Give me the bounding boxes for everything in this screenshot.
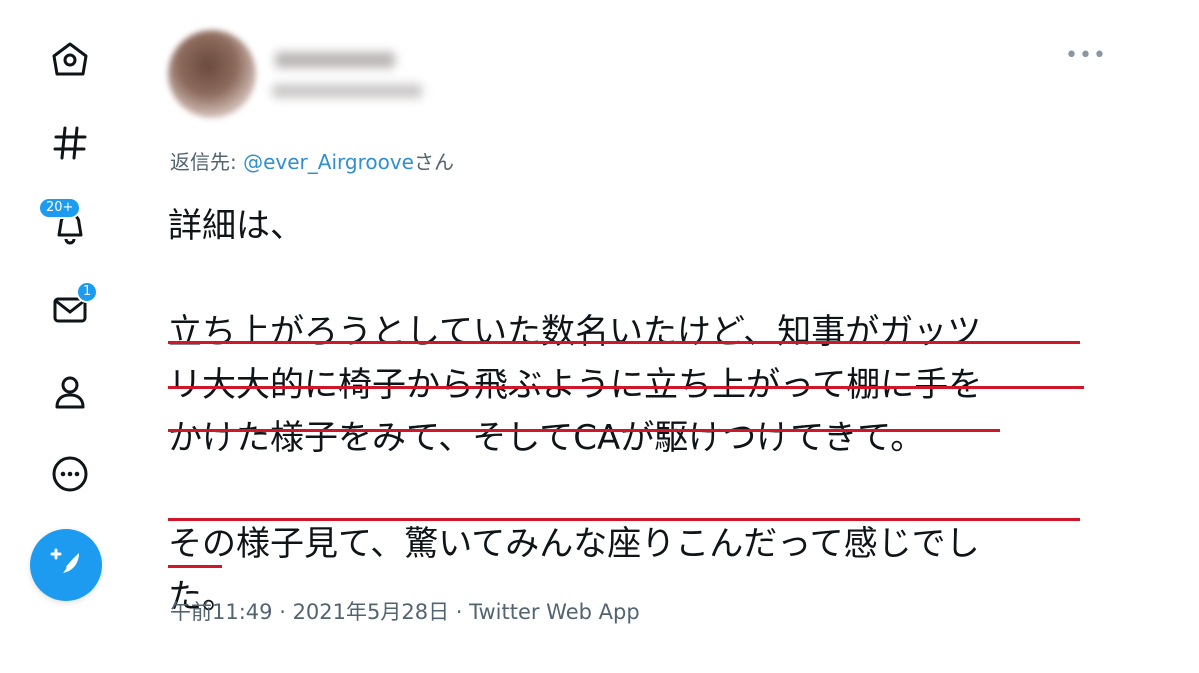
- nav-explore[interactable]: [40, 113, 100, 173]
- meta-separator: ·: [272, 600, 293, 624]
- tweet-source-link[interactable]: Twitter Web App: [469, 600, 640, 624]
- tweet-time-link[interactable]: 午前11:49: [170, 600, 273, 624]
- tweet-meta: 午前11:49 · 2021年5月28日 · Twitter Web App: [170, 596, 640, 626]
- replying-to: 返信先: @ever_Airgrooveさん: [170, 146, 454, 175]
- red-underline: [168, 565, 222, 568]
- more-circle-icon: [52, 456, 88, 492]
- red-underline: [168, 429, 1000, 432]
- side-nav: 20+ 1: [0, 0, 140, 673]
- hashtag-icon: [53, 126, 87, 160]
- tweet-line: 立ち上がろうとしていた数名いたけど、知事がガッツ: [168, 312, 982, 352]
- meta-separator: ·: [449, 600, 470, 624]
- tweet-more-button[interactable]: •••: [1065, 40, 1107, 70]
- nav-profile[interactable]: [40, 362, 100, 422]
- red-underline: [168, 341, 1080, 344]
- compose-tweet-button[interactable]: [30, 529, 102, 601]
- more-dots-icon: •••: [1065, 42, 1107, 68]
- reply-prefix: 返信先:: [170, 150, 244, 174]
- nav-more[interactable]: [40, 444, 100, 504]
- tweet-date-link[interactable]: 2021年5月28日: [293, 600, 450, 624]
- reply-mention-link[interactable]: @ever_Airgroove: [243, 150, 414, 174]
- feather-plus-icon: [50, 548, 79, 581]
- profile-icon: [55, 376, 85, 409]
- tweet-text: 詳細は、 立ち上がろうとしていた数名いたけど、知事がガッツ リ大大的に椅子から飛…: [168, 200, 1098, 624]
- avatar[interactable]: [168, 30, 256, 118]
- reply-suffix: さん: [413, 150, 454, 174]
- home-icon: [52, 42, 88, 76]
- red-underline: [168, 386, 1084, 389]
- tweet-line: その様子見て、驚いてみんな座りこんだって感じでし: [168, 524, 980, 564]
- blurred-username: [272, 84, 422, 98]
- tweet-line: かけた様子をみて、そしてCAが駆けつけてきて。: [168, 418, 925, 458]
- notifications-badge: 20+: [38, 197, 82, 219]
- nav-home[interactable]: [40, 29, 100, 89]
- red-underline: [168, 518, 1080, 521]
- tweet-line: 詳細は、: [168, 206, 304, 246]
- blurred-display-name: [275, 52, 395, 68]
